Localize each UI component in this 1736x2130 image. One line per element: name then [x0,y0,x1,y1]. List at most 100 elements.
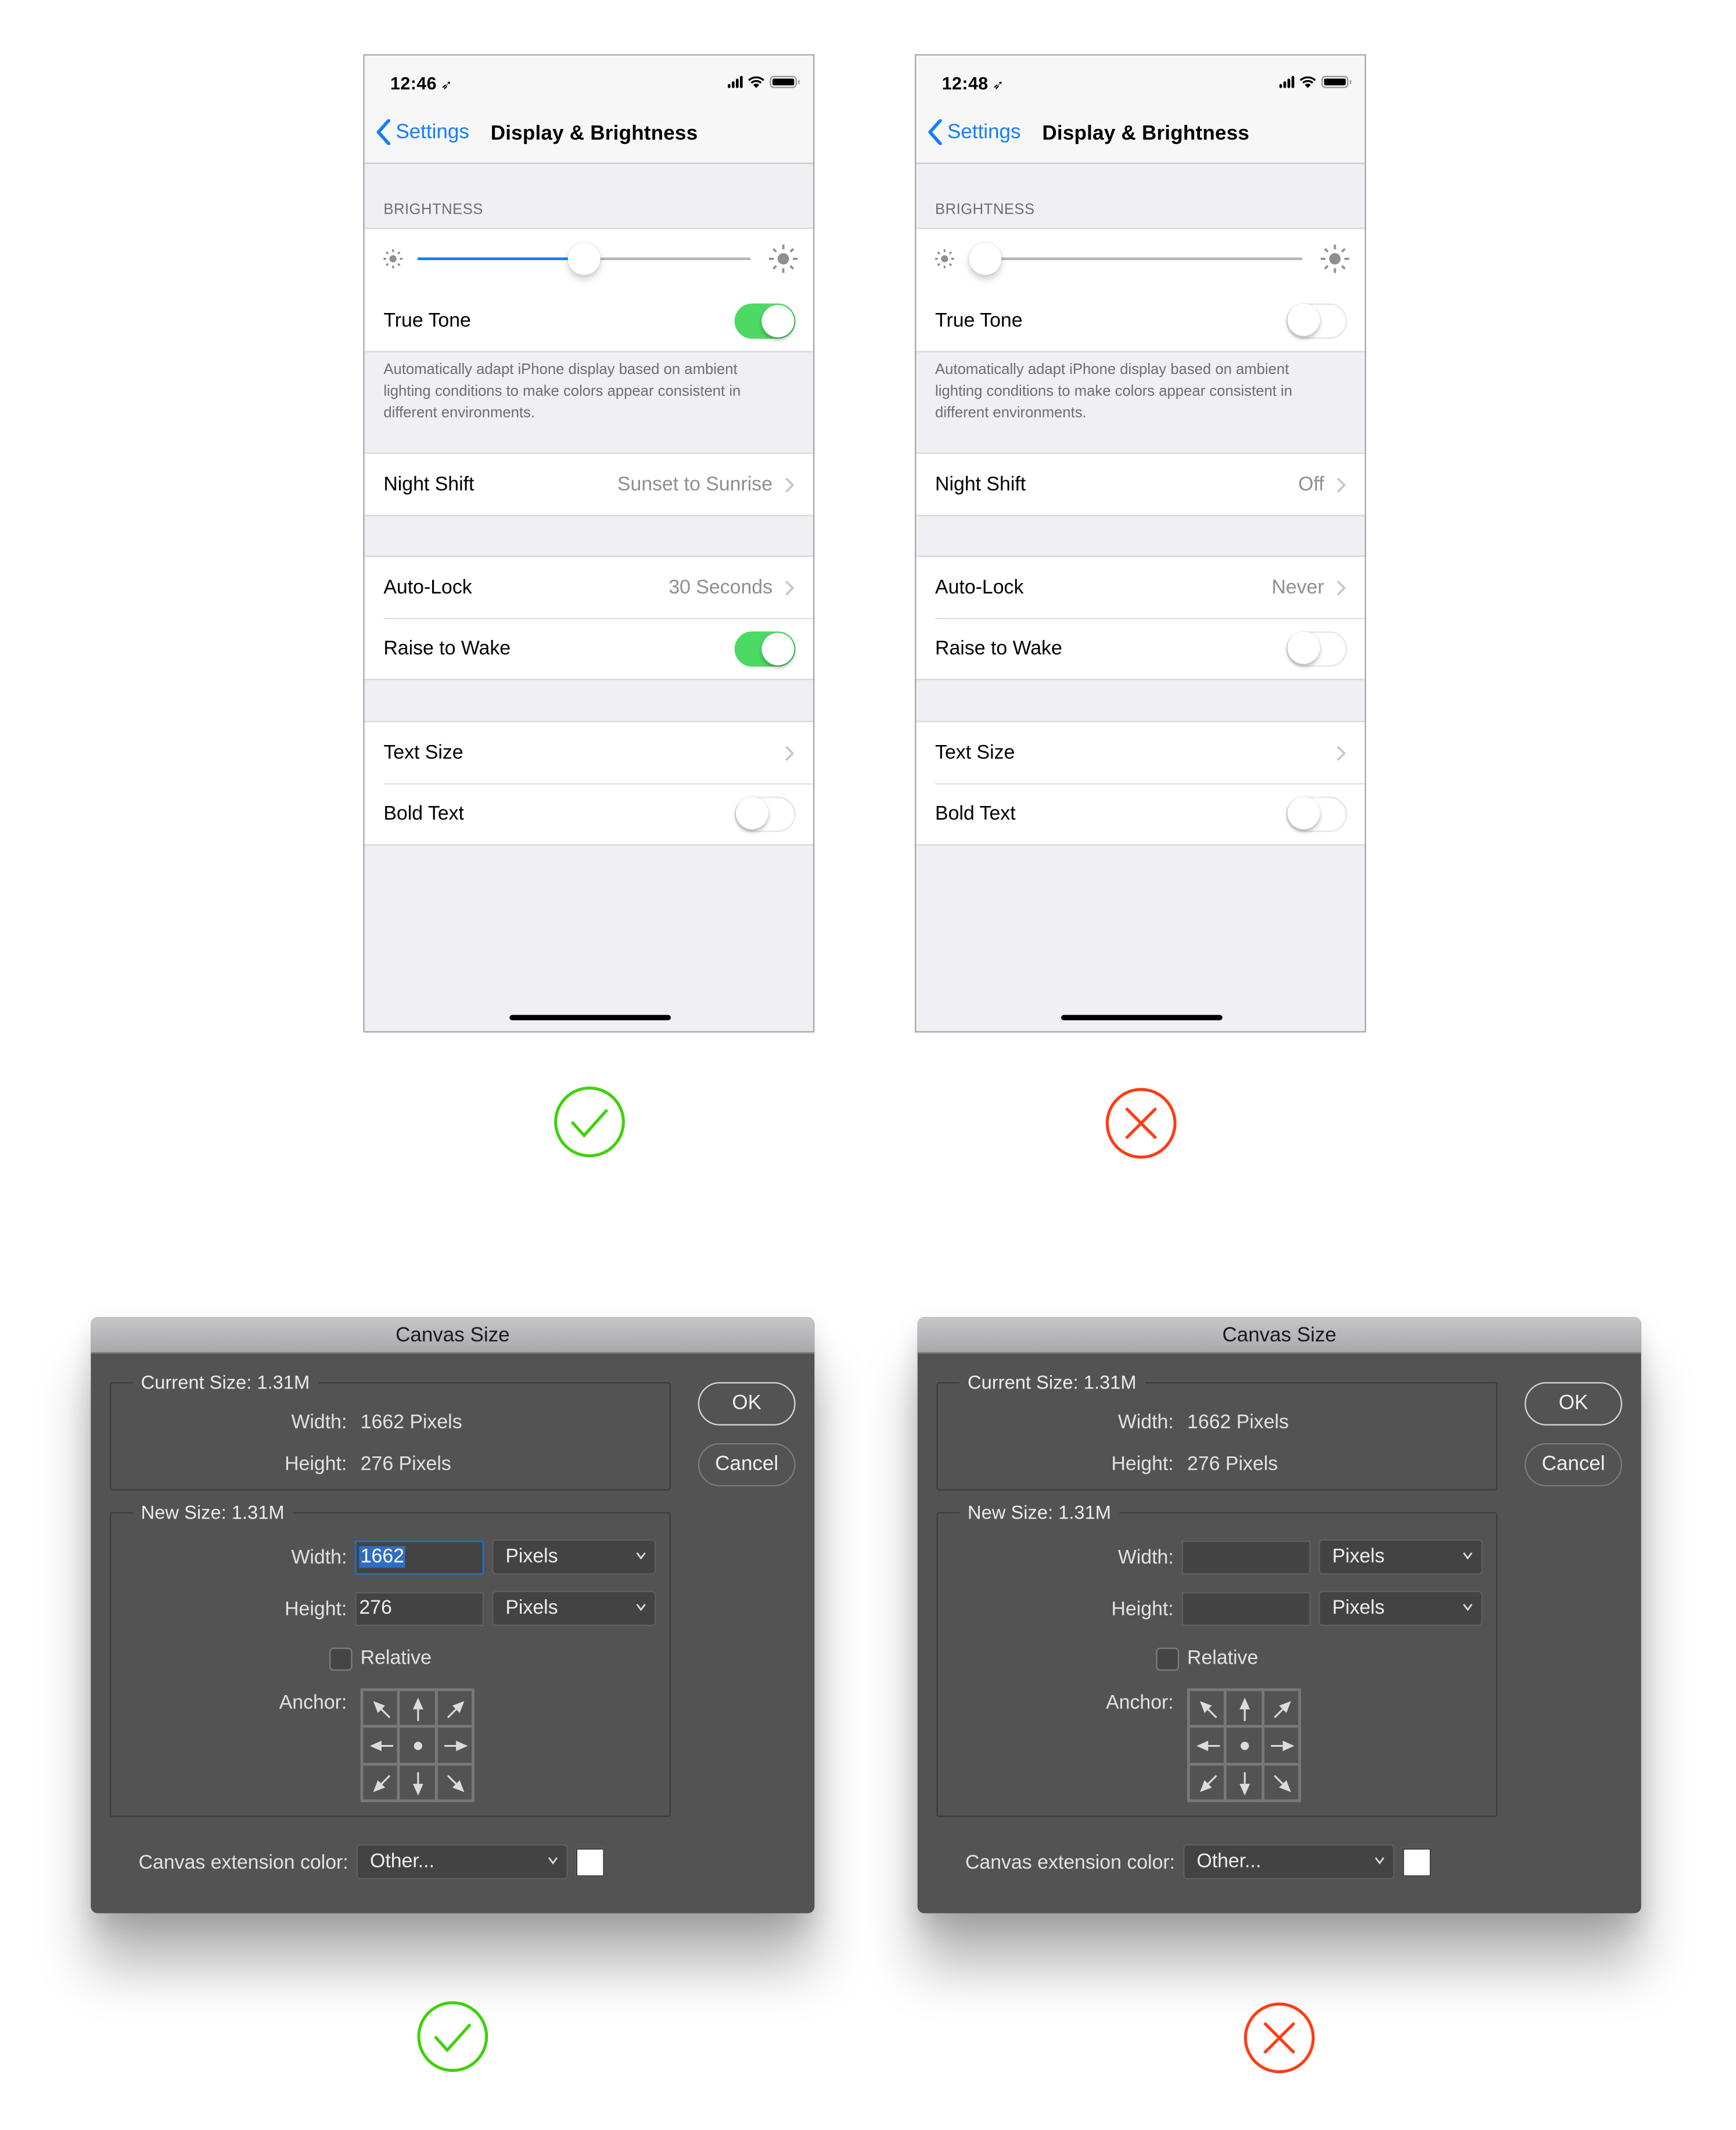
brightness-slider[interactable] [969,242,1303,275]
auto-lock-row[interactable]: Auto-Lock Never [916,557,1364,618]
anchor-cell[interactable] [1225,1764,1263,1801]
anchor-cell[interactable] [436,1689,473,1727]
arrow-up-left-icon [373,1701,391,1718]
anchor-cell[interactable] [436,1726,473,1764]
new-height-unit-select[interactable]: Pixels [492,1591,656,1627]
anchor-label: Anchor: [279,1692,347,1714]
new-height-input[interactable] [1181,1592,1311,1627]
new-width-label: Width: [291,1547,347,1570]
raise-to-wake-toggle[interactable] [1286,631,1347,666]
extension-color-select[interactable]: Other... [1183,1844,1395,1880]
arrow-down-icon [1240,1771,1250,1796]
bold-text-toggle[interactable] [1286,796,1347,832]
brightness-group: True Tone [916,228,1365,352]
current-width-value: 1662 Pixels [360,1412,462,1434]
anchor-cell[interactable] [1262,1689,1300,1727]
night-shift-row[interactable]: Night Shift Off [916,454,1364,515]
brightness-slider-thumb[interactable] [969,242,1002,275]
location-arrow-icon: ➶ [992,78,1004,94]
cellular-signal-icon [1279,75,1295,88]
toggle-knob [735,797,768,830]
ok-button[interactable]: OK [1525,1382,1623,1426]
ok-button[interactable]: OK [698,1382,796,1426]
night-shift-value: Off [1298,473,1324,495]
checkmark-circle-icon [417,2001,488,2073]
anchor-cell[interactable] [398,1764,436,1801]
night-shift-row[interactable]: Night Shift Sunset to Sunrise [365,454,813,515]
chevron-down-icon [636,1603,646,1611]
text-size-row[interactable]: Text Size [916,722,1364,783]
anchor-grid [1187,1688,1302,1802]
true-tone-row: True Tone [916,290,1364,351]
true-tone-toggle[interactable] [1286,303,1347,339]
chevron-right-icon [1336,745,1346,761]
back-button[interactable]: Settings [375,119,469,145]
section-header-brightness: BRIGHTNESS [935,202,1035,218]
canvas-size-dialog-good: Canvas Size Current Size: 1.31M Width: 1… [91,1317,815,1913]
brightness-slider[interactable] [417,242,751,275]
bold-text-toggle[interactable] [734,796,796,832]
current-height-label: Height: [1111,1453,1174,1476]
extension-color-swatch[interactable] [576,1848,605,1877]
brightness-slider-thumb[interactable] [567,242,601,275]
night-shift-group: Night Shift Off [916,452,1365,517]
true-tone-row: True Tone [365,290,813,351]
iphone-screen-good: 12:46 ➶ Settings Display & Brightness BRI… [363,54,815,1033]
chevron-down-icon [1462,1603,1473,1611]
anchor-cell[interactable] [362,1764,399,1801]
anchor-center-dot-icon [414,1742,423,1751]
new-height-unit-select[interactable]: Pixels [1318,1591,1483,1627]
extension-color-swatch[interactable] [1403,1848,1432,1877]
relative-checkbox[interactable] [329,1647,353,1671]
home-indicator[interactable] [1061,1014,1223,1021]
anchor-cell[interactable] [1188,1726,1226,1764]
chevron-right-icon [785,477,795,492]
new-height-value: 276 [359,1598,392,1620]
cross-circle-icon [1243,2002,1315,2074]
battery-icon [1321,75,1352,88]
relative-checkbox[interactable] [1156,1647,1180,1671]
cancel-button[interactable]: Cancel [698,1443,796,1487]
new-width-label: Width: [1117,1547,1174,1570]
anchor-cell[interactable] [1262,1764,1300,1801]
anchor-cell[interactable] [362,1726,399,1764]
cancel-button[interactable]: Cancel [1525,1443,1623,1487]
anchor-cell[interactable] [1225,1726,1263,1764]
back-button[interactable]: Settings [927,119,1021,145]
sun-large-icon [1320,244,1349,274]
anchor-cell[interactable] [398,1726,436,1764]
home-indicator[interactable] [509,1014,671,1021]
auto-lock-value: 30 Seconds [668,576,773,599]
brightness-group: True Tone [364,228,814,352]
canvas-size-dialog-bad: Canvas Size Current Size: 1.31M Width: 1… [917,1317,1641,1913]
arrow-down-left-icon [1199,1774,1217,1792]
anchor-cell[interactable] [362,1689,399,1727]
auto-lock-row[interactable]: Auto-Lock 30 Seconds [365,557,813,618]
new-height-input[interactable]: 276 [355,1592,484,1627]
anchor-cell[interactable] [436,1764,473,1801]
arrow-down-left-icon [373,1774,391,1792]
anchor-cell[interactable] [1188,1689,1226,1727]
anchor-cell[interactable] [1188,1764,1226,1801]
text-group: Text Size Bold Text [364,721,814,846]
dialog-title: Canvas Size [917,1317,1641,1354]
brightness-slider-fill [417,257,584,261]
anchor-cell[interactable] [1225,1689,1263,1727]
extension-color-select[interactable]: Other... [356,1844,568,1880]
true-tone-toggle[interactable] [734,303,796,339]
new-size-legend: New Size: 1.31M [132,1501,293,1523]
anchor-cell[interactable] [398,1689,436,1727]
current-width-label: Width: [291,1412,347,1434]
toggle-knob [761,304,795,337]
new-width-unit-select[interactable]: Pixels [492,1539,656,1575]
chevron-down-icon [636,1552,646,1560]
status-icons [728,75,800,88]
new-width-input[interactable] [1181,1541,1311,1575]
cellular-signal-icon [728,75,743,88]
raise-to-wake-toggle[interactable] [734,631,796,666]
new-width-input[interactable]: 1662 [355,1541,484,1575]
night-shift-group: Night Shift Sunset to Sunrise [364,452,814,517]
text-size-row[interactable]: Text Size [365,722,813,783]
new-width-unit-select[interactable]: Pixels [1318,1539,1483,1575]
anchor-cell[interactable] [1262,1726,1300,1764]
